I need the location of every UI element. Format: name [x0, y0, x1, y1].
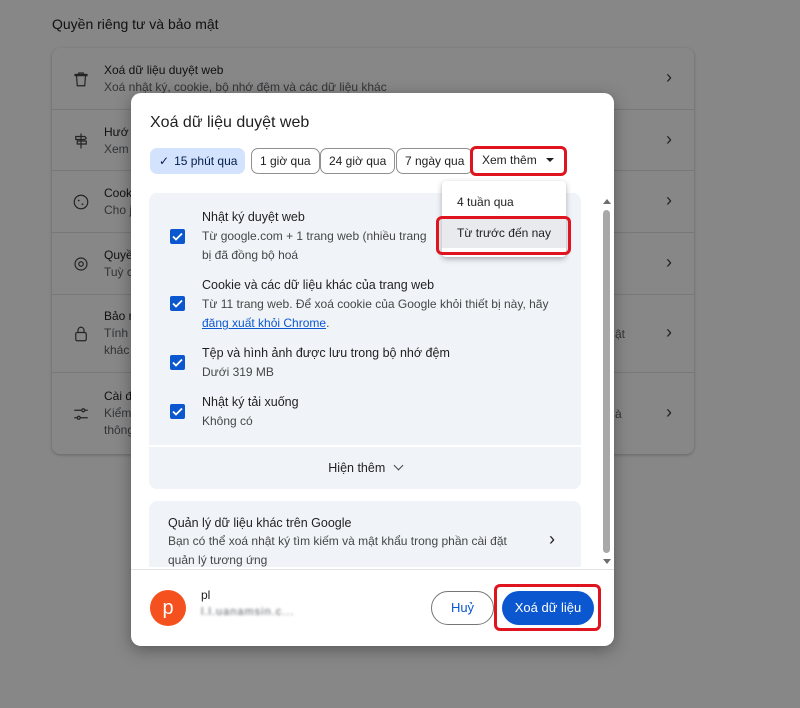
chevron-down-icon [393, 460, 404, 471]
check-icon: ✓ [159, 154, 170, 168]
item-desc: Từ google.com + 1 trang web (nhiều trang [202, 229, 427, 243]
item-title: Tệp và hình ảnh được lưu trong bộ nhớ đệ… [202, 346, 450, 360]
scrollbar-thumb[interactable] [603, 210, 610, 553]
clear-data-dialog: Xoá dữ liệu duyệt web ✓ 15 phút qua 1 giờ… [131, 93, 614, 646]
manage-title: Quản lý dữ liệu khác trên Google [168, 516, 352, 530]
checkbox-cache[interactable] [170, 355, 185, 370]
item-desc: Không có [202, 414, 253, 428]
item-desc: Từ 11 trang web. Để xoá cookie của Googl… [202, 297, 549, 311]
cancel-button[interactable]: Huỷ [431, 591, 494, 625]
highlight-box [494, 584, 601, 631]
manage-desc-2: quản lý tương ứng [168, 553, 268, 567]
chip-15-minutes[interactable]: ✓ 15 phút qua [150, 148, 245, 174]
manage-google-data[interactable]: Quản lý dữ liệu khác trên Google Bạn có … [149, 501, 581, 567]
scroll-up-arrow[interactable] [603, 199, 611, 204]
chip-24-hours[interactable]: 24 giờ qua [320, 148, 396, 174]
checkbox-browsing-history[interactable] [170, 229, 185, 244]
footer-divider [131, 569, 614, 570]
item-title: Nhật ký tải xuống [202, 395, 299, 409]
show-more-button[interactable]: Hiện thêm [149, 447, 581, 489]
chevron-right-icon: › [549, 529, 555, 549]
checkbox-downloads[interactable] [170, 404, 185, 419]
account-name: pl [201, 588, 211, 602]
account-email: l.l.uanamsin.c... [201, 606, 295, 618]
chip-7-days[interactable]: 7 ngày qua [396, 148, 474, 174]
chip-1-hour[interactable]: 1 giờ qua [251, 148, 320, 174]
menu-item-4-weeks[interactable]: 4 tuần qua [442, 187, 566, 217]
highlight-box [436, 216, 571, 255]
item-title: Cookie và các dữ liệu khác của trang web [202, 278, 435, 292]
dialog-title: Xoá dữ liệu duyệt web [150, 114, 310, 131]
item-title: Nhật ký duyệt web [202, 210, 305, 224]
manage-desc: Bạn có thể xoá nhật ký tìm kiếm và mật k… [168, 534, 507, 548]
checkbox-cookies[interactable] [170, 296, 185, 311]
sign-out-link[interactable]: đăng xuất khỏi Chrome [202, 316, 326, 330]
item-desc: Dưới 319 MB [202, 365, 274, 379]
avatar: p [150, 590, 186, 626]
highlight-box [470, 146, 567, 176]
item-desc-2: bị đã đồng bộ hoá [202, 248, 299, 262]
scroll-down-arrow[interactable] [603, 559, 611, 564]
